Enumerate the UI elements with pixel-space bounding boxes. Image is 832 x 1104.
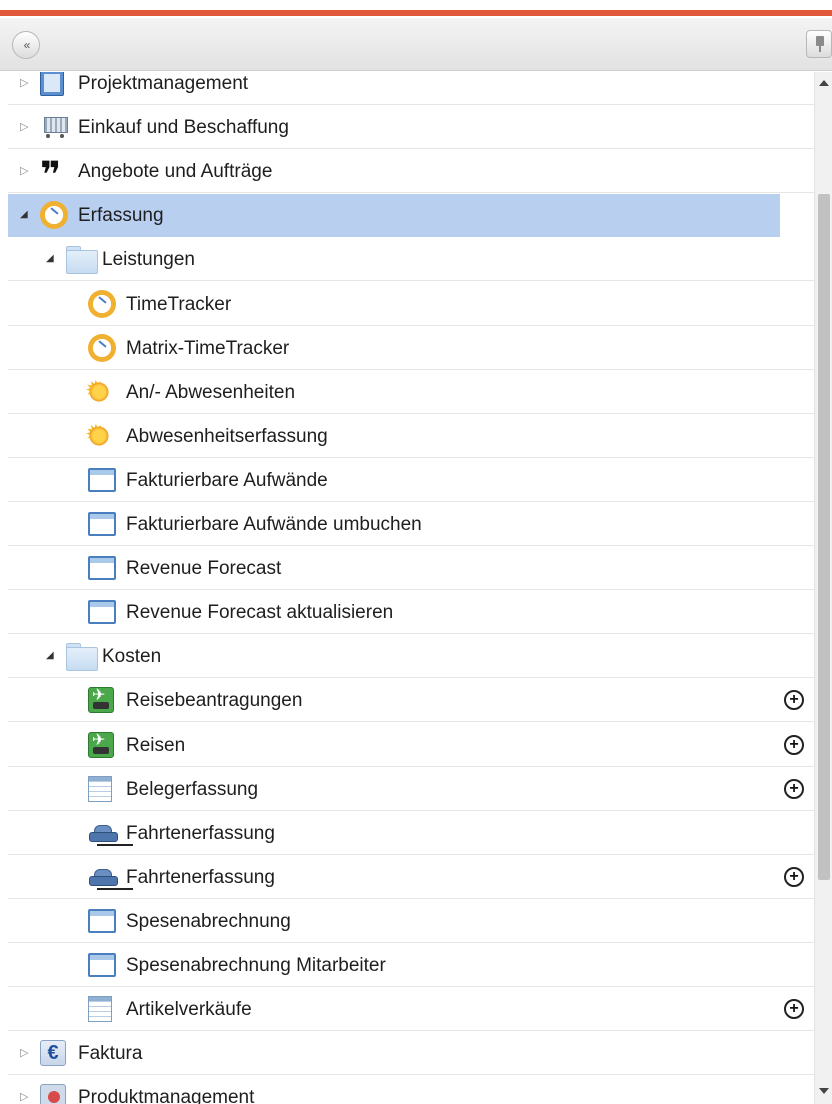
tree-row-label: Kosten [102, 646, 162, 668]
window-icon [88, 512, 116, 536]
tree-row[interactable]: ◢ Erfassung [8, 194, 780, 238]
collapsed-triangle-icon[interactable]: ▷ [20, 121, 30, 133]
tree-row[interactable]: Reisen + [8, 724, 814, 767]
tree-row[interactable]: Fakturierbare Aufwände umbuchen [8, 503, 814, 546]
tree-row-label: Belegerfassung [126, 778, 259, 800]
quote-icon: ❞ [40, 154, 62, 196]
travel-icon [88, 730, 114, 758]
collapsed-triangle-icon[interactable]: ▷ [20, 1091, 30, 1103]
vertical-scrollbar[interactable] [814, 72, 832, 1104]
window-icon [88, 908, 116, 933]
tree-row-label: Reisebeantragungen [126, 690, 303, 712]
tree-row[interactable]: An/- Abwesenheiten [8, 371, 814, 414]
tree-row[interactable]: Artikelverkäufe + [8, 988, 814, 1032]
tree-row-label: Erfassung [78, 205, 164, 227]
panel-toolbar: « [0, 18, 832, 71]
expanded-triangle-icon[interactable]: ◢ [20, 209, 30, 221]
tree-row-label: Reisen [126, 734, 186, 756]
euro-icon: € [40, 1040, 66, 1067]
tree-row-label: Spesenabrechnung Mitarbeiter [126, 955, 386, 976]
tree-row[interactable]: Matrix-TimeTracker [8, 327, 814, 370]
collapse-panel-button[interactable]: « [12, 31, 40, 59]
tree-row[interactable]: ▷ ❞ Angebote und Aufträge [8, 150, 814, 196]
tree-row-label: Fakturierbare Aufwände umbuchen [126, 514, 422, 535]
pin-icon [816, 36, 824, 52]
tree-row[interactable]: Spesenabrechnung [8, 900, 814, 943]
tree-row-label: Fahrtenerfassung [126, 822, 275, 844]
calculator-icon [40, 72, 64, 96]
window-icon [88, 556, 116, 581]
tree-row-label: TimeTracker [126, 293, 232, 315]
window-icon [88, 467, 116, 492]
sun-icon [85, 419, 110, 450]
tree-row-label: Produktmanagement [78, 1087, 255, 1104]
car-icon [88, 824, 118, 843]
window-icon [88, 600, 116, 625]
tree-row[interactable]: Fahrtenerfassung [8, 812, 814, 855]
tree-row[interactable]: ▷ Einkauf und Beschaffung [8, 106, 814, 150]
tree-row[interactable]: ▷ € Faktura [8, 1032, 814, 1076]
tree-row-label: Abwesenheitserfassung [126, 425, 328, 447]
add-icon[interactable]: + [784, 734, 804, 755]
grid-icon [88, 996, 112, 1023]
tree-row-label: Fakturierbare Aufwände [126, 469, 328, 491]
tree-row[interactable]: Revenue Forecast [8, 547, 814, 591]
sun-icon [85, 375, 110, 406]
tree-row-label: Revenue Forecast aktualisieren [126, 602, 394, 624]
navigation-tree: ▷ Projektmanagement ▷ Einkauf und Beschaffu… [0, 72, 814, 1104]
tree-row[interactable]: Abwesenheitserfassung [8, 415, 814, 458]
tree-row-label: Spesenabrechnung [126, 910, 291, 932]
scroll-thumb[interactable] [818, 194, 830, 880]
tree-row-label: Revenue Forecast [126, 558, 282, 580]
tree-row-label: Faktura [78, 1043, 143, 1065]
clock-icon [88, 289, 116, 318]
pin-button[interactable] [806, 30, 832, 58]
tree-row-label: Projektmanagement [78, 73, 249, 94]
expanded-triangle-icon[interactable]: ◢ [46, 650, 56, 662]
car-icon [88, 868, 118, 887]
tree-row-label: Einkauf und Beschaffung [78, 117, 289, 139]
tree-row-label: Angebote und Aufträge [78, 161, 273, 183]
scroll-up-arrow-icon[interactable] [819, 80, 829, 86]
expanded-triangle-icon[interactable]: ◢ [46, 253, 56, 265]
double-chevron-left-icon: « [23, 38, 31, 52]
clock-icon [88, 333, 116, 362]
tree-row[interactable]: Fakturierbare Aufwände [8, 459, 814, 502]
tree-row[interactable]: Revenue Forecast aktualisieren [8, 591, 814, 635]
collapsed-triangle-icon[interactable]: ▷ [20, 77, 30, 89]
tree-row[interactable]: Belegerfassung + [8, 768, 814, 811]
product-icon [40, 1084, 66, 1104]
tree-row-label: Matrix-TimeTracker [126, 337, 290, 359]
tree-row[interactable]: ◢ Leistungen [8, 238, 814, 282]
collapsed-triangle-icon[interactable]: ▷ [20, 1047, 30, 1059]
add-icon[interactable]: + [784, 690, 804, 711]
add-icon[interactable]: + [784, 866, 804, 887]
tree-row-label: Leistungen [102, 249, 195, 271]
clock-icon [40, 201, 68, 230]
add-icon[interactable]: + [784, 778, 804, 799]
cart-icon [40, 113, 70, 141]
folder-icon [66, 246, 98, 275]
tree-row[interactable]: Reisebeantragungen + [8, 679, 814, 723]
tree-row[interactable]: Spesenabrechnung Mitarbeiter [8, 944, 814, 987]
tree-row[interactable]: ▷ Produktmanagement [8, 1076, 814, 1104]
tree-row-label: An/- Abwesenheiten [126, 381, 296, 403]
tree-row[interactable]: Fahrtenerfassung + [8, 856, 814, 899]
scroll-down-arrow-icon[interactable] [819, 1088, 829, 1094]
tree-row[interactable]: TimeTracker [8, 283, 814, 326]
travel-icon [88, 685, 114, 714]
tree-row[interactable]: ◢ Kosten [8, 635, 814, 679]
folder-icon [66, 643, 98, 672]
tree-row[interactable]: ▷ Projektmanagement [8, 72, 814, 105]
tree-row-label: Fahrtenerfassung [126, 866, 275, 888]
grid-icon [88, 775, 112, 802]
tree-row-label: Artikelverkäufe [126, 999, 252, 1021]
collapsed-triangle-icon[interactable]: ▷ [20, 165, 30, 177]
add-icon[interactable]: + [784, 999, 804, 1020]
window-icon [88, 953, 116, 977]
top-accent-bar [0, 0, 832, 18]
